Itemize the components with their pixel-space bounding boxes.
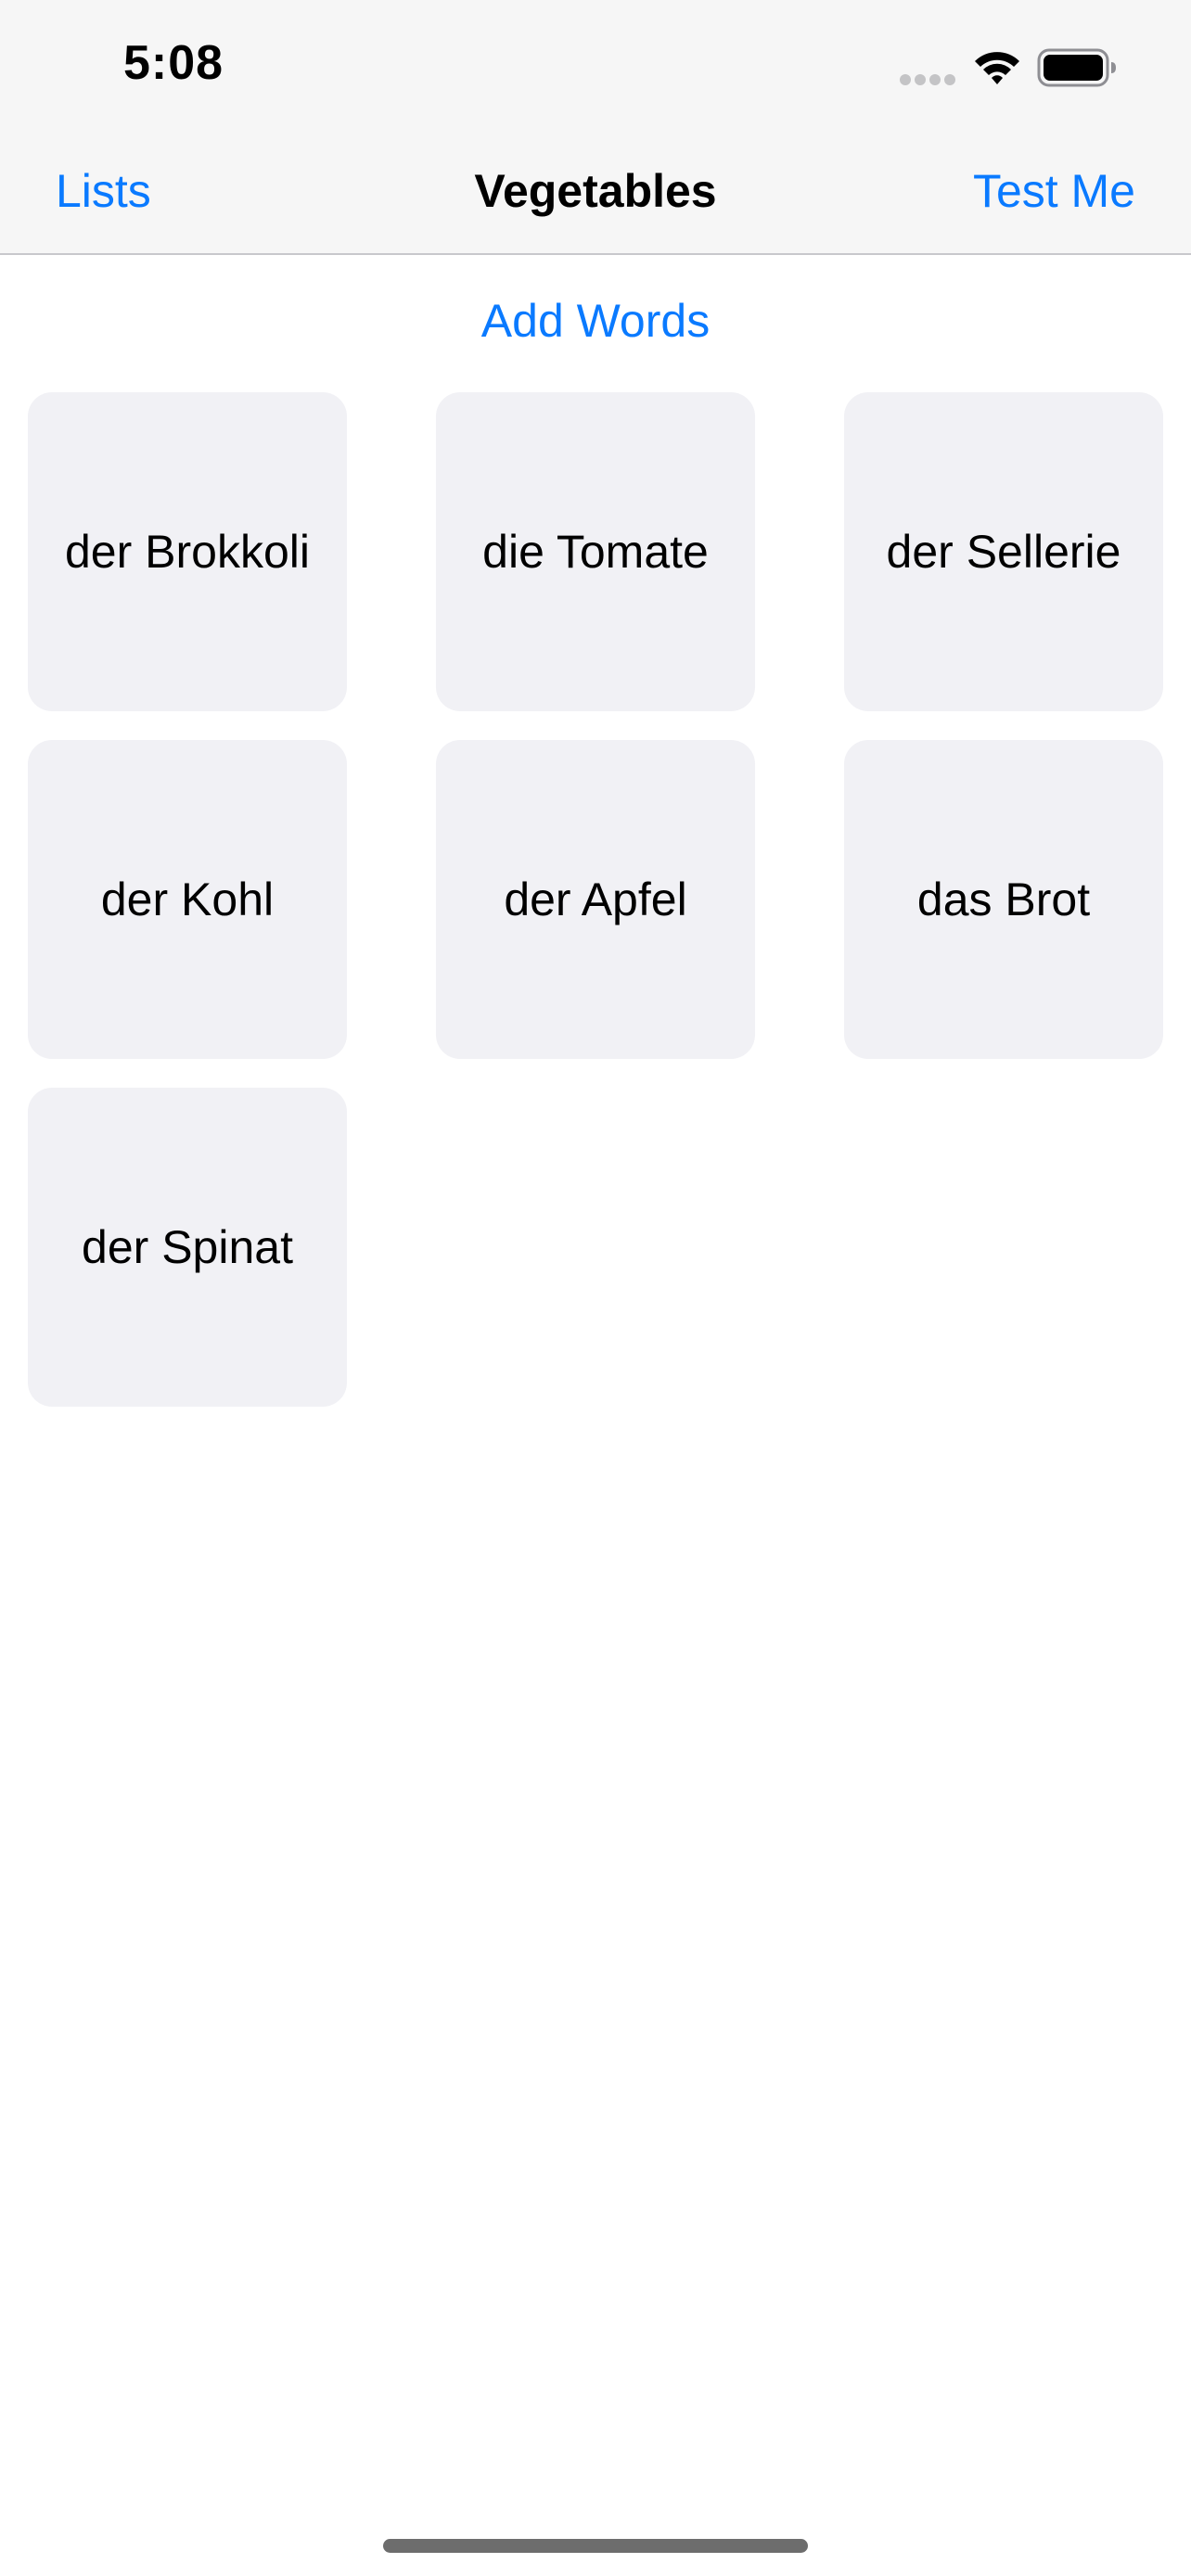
signal-dots-icon (900, 74, 957, 85)
back-button-lists[interactable]: Lists (56, 163, 151, 219)
word-card[interactable]: das Brot (844, 740, 1163, 1059)
word-card[interactable]: der Apfel (436, 740, 755, 1059)
word-card-label: das Brot (916, 874, 1091, 925)
word-card-label: der Apfel (504, 874, 687, 925)
word-card-label: der Brokkoli (65, 526, 310, 578)
word-card-label: die Tomate (482, 526, 709, 578)
word-card-label: der Sellerie (886, 526, 1121, 578)
word-card[interactable]: die Tomate (436, 392, 755, 711)
word-card[interactable]: der Brokkoli (28, 392, 347, 711)
navigation-bar: 5:08 Lists Vegetables Test Me (0, 0, 1191, 255)
word-card-label: der Spinat (82, 1221, 293, 1273)
home-indicator[interactable] (383, 2539, 808, 2553)
word-card[interactable]: der Spinat (28, 1088, 347, 1407)
word-card[interactable]: der Kohl (28, 740, 347, 1059)
status-time: 5:08 (123, 36, 224, 90)
word-card-grid: der Brokkoli die Tomate der Sellerie der… (28, 392, 1163, 1407)
add-words-button[interactable]: Add Words (0, 293, 1191, 349)
word-card-label: der Kohl (100, 874, 275, 925)
wifi-icon (975, 52, 1019, 84)
battery-icon (1037, 48, 1116, 87)
test-me-button[interactable]: Test Me (973, 163, 1135, 219)
word-card[interactable]: der Sellerie (844, 392, 1163, 711)
screen: 5:08 Lists Vegetables Test Me Add Words … (0, 0, 1191, 2576)
